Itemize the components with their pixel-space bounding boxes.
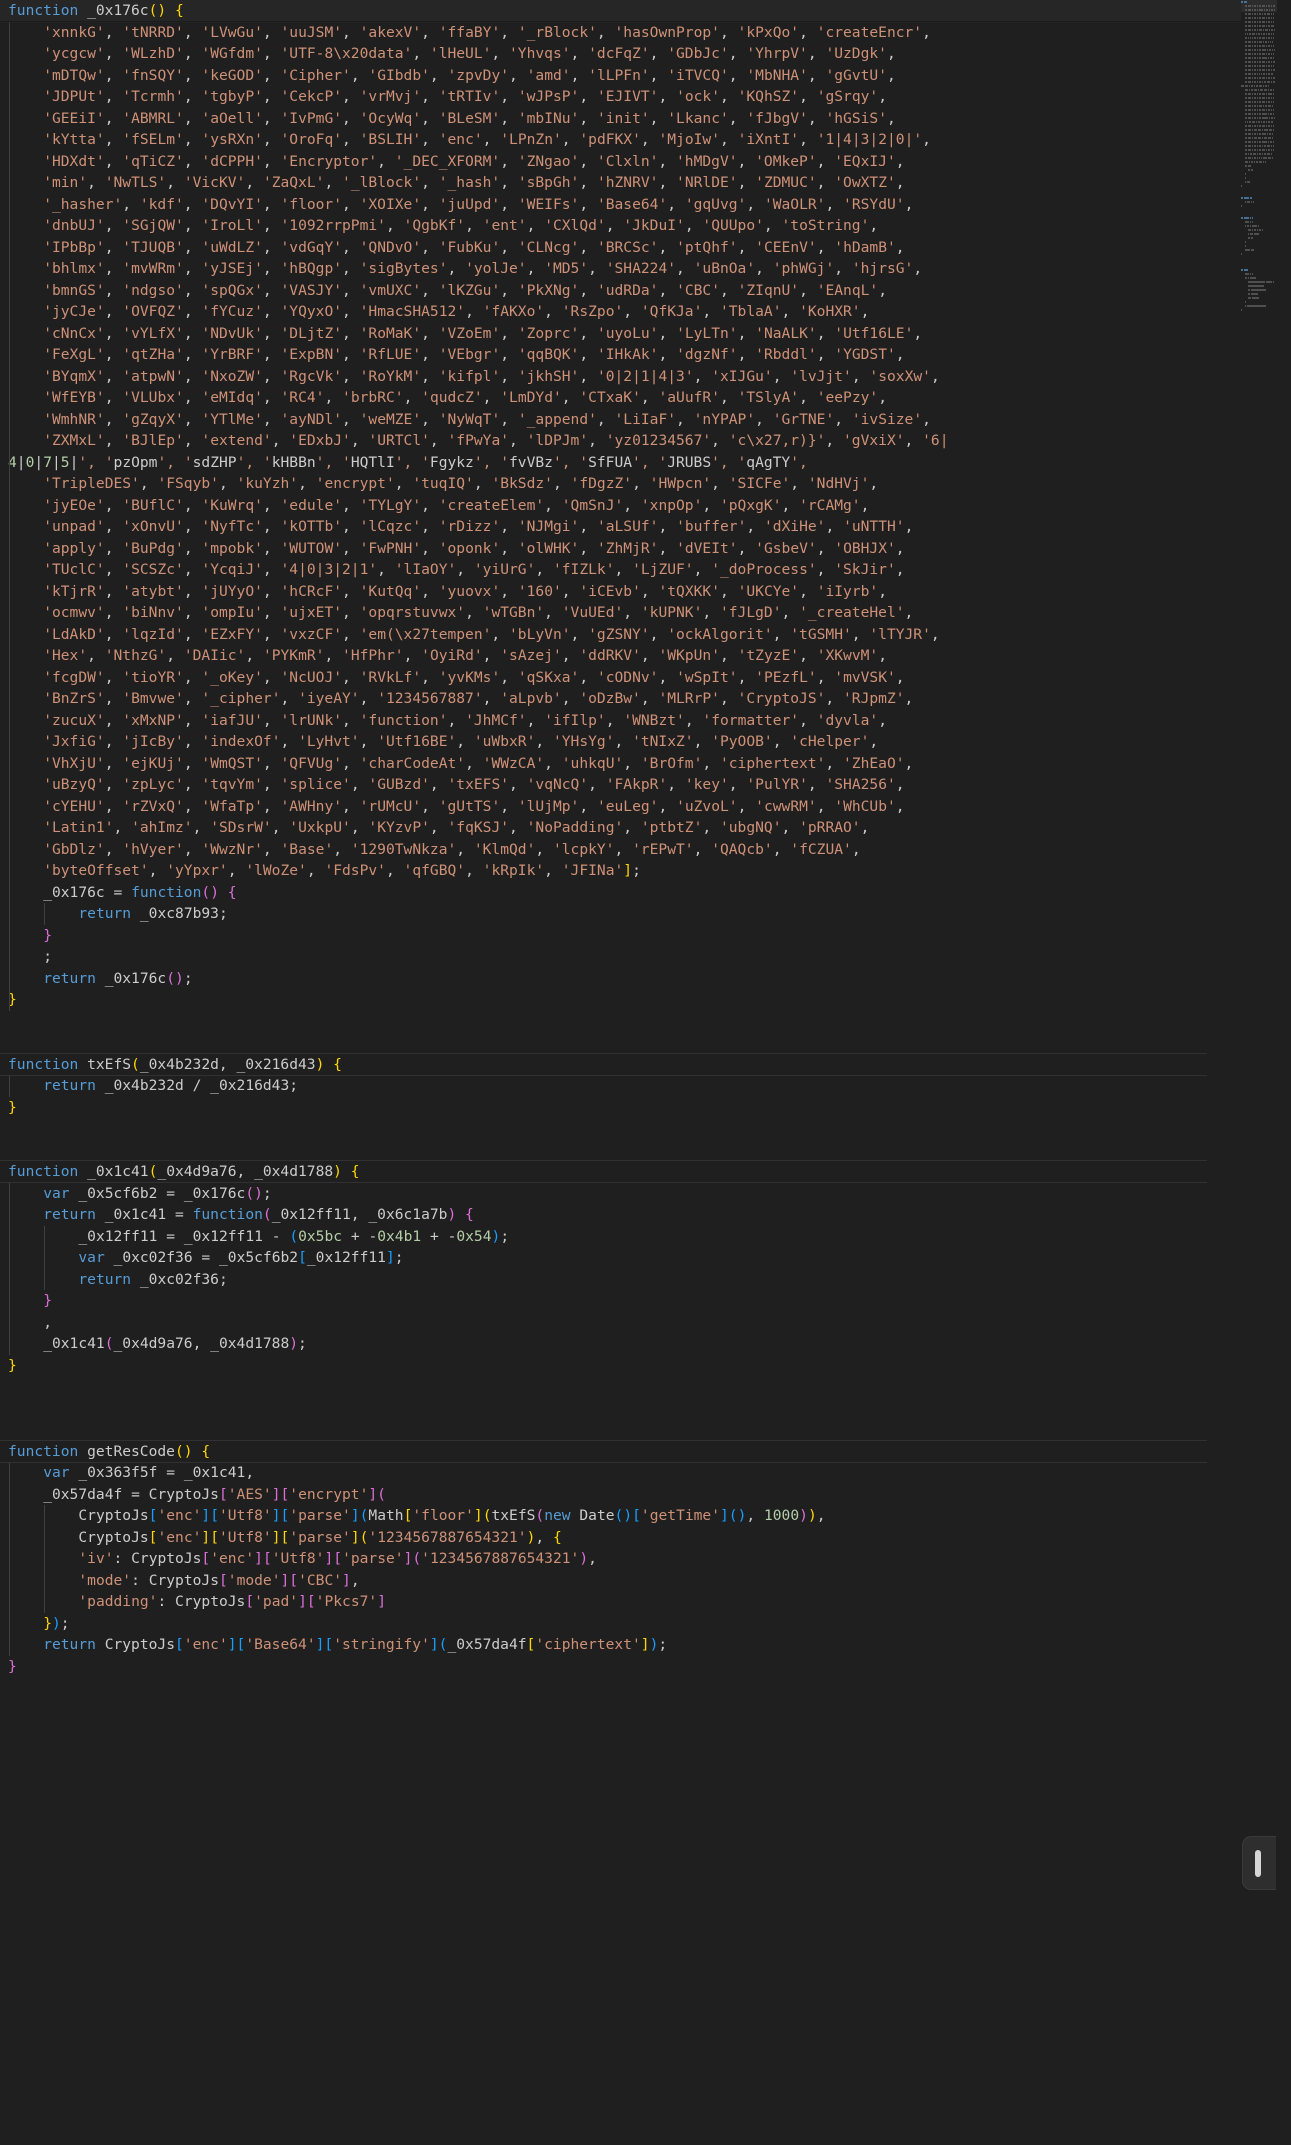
block-separator	[0, 1160, 1207, 1161]
code-line: return _0xc87b93;	[0, 903, 1241, 925]
code-line: 'xnnkG', 'tNRRD', 'LVwGu', 'uuJSM', 'ake…	[0, 21, 1241, 43]
code-line: }	[8, 1356, 17, 1374]
minimap[interactable]	[1241, 0, 1277, 2145]
code-line: 'GEEiI', 'ABMRL', 'aOell', 'IvPmG', 'Ocy…	[0, 107, 1241, 129]
code-line: 'uBzyQ', 'zpLyc', 'tqvYm', 'splice', 'GU…	[0, 774, 1241, 796]
code-line: _0x1c41(_0x4d9a76, _0x4d1788);	[0, 1333, 1241, 1355]
code-line: 'IPbBp', 'TJUQB', 'uWdLZ', 'vdGqY', 'QND…	[0, 236, 1241, 258]
code-line: 'apply', 'BuPdg', 'mpobk', 'WUTOW', 'FwP…	[0, 537, 1241, 559]
code-line: 'TUclC', 'SCSZc', 'YcqiJ', '4|0|3|2|1', …	[0, 559, 1241, 581]
code-line: function _0x1c41(_0x4d9a76, _0x4d1788) {	[8, 1163, 360, 1180]
code-line: 'byteOffset', 'yYpxr', 'lWoZe', 'FdsPv',…	[0, 860, 1241, 882]
code-line: 'HDXdt', 'qTiCZ', 'dCPPH', 'Encryptor', …	[0, 150, 1241, 172]
code-line: 'zucuX', 'xMxNP', 'iafJU', 'lrUNk', 'fun…	[0, 709, 1241, 731]
code-line: _0x57da4f = CryptoJs['AES']['encrypt'](	[0, 1483, 1241, 1505]
block-separator	[0, 1182, 1207, 1183]
code-line: function txEfS(_0x4b232d, _0x216d43) {	[8, 1055, 342, 1073]
function-0x1c41-block: function _0x1c41(_0x4d9a76, _0x4d1788) {…	[0, 1161, 1241, 1376]
block-separator	[0, 1075, 1207, 1076]
code-line: return _0x176c();	[0, 967, 1241, 989]
code-editor[interactable]: function _0x176c() { 'xnnkG', 'tNRRD', '…	[0, 0, 1291, 2145]
code-line: _0x176c = function() {	[0, 881, 1241, 903]
code-line: 'ocmwv', 'biNnv', 'ompIu', 'ujxET', 'opq…	[0, 602, 1241, 624]
code-line: 'ycgcw', 'WLzhD', 'WGfdm', 'UTF-8\x20dat…	[0, 43, 1241, 65]
string-array-block: 'xnnkG', 'tNRRD', 'LVwGu', 'uuJSM', 'ake…	[0, 21, 1241, 882]
code-line: 'Hex', 'NthzG', 'DAIic', 'PYKmR', 'HfPhr…	[0, 645, 1241, 667]
code-line: 'ZXMxL', 'BJlEp', 'extend', 'EDxbJ', 'UR…	[0, 430, 1241, 452]
sticky-scroll-header[interactable]: function _0x176c() {	[0, 0, 1241, 22]
block-separator	[0, 1462, 1207, 1463]
code-line: 'Latin1', 'ahImz', 'SDsrW', 'UxkpU', 'KY…	[0, 817, 1241, 839]
code-line: 4|0|7|5|', 'pzOpm', 'sdZHP', 'kHBBn', 'H…	[0, 451, 1241, 473]
code-line: 'WfEYB', 'VLUbx', 'eMIdq', 'RC4', 'brbRC…	[0, 387, 1241, 409]
code-line: });	[0, 1612, 1241, 1634]
code-line: return _0x4b232d / _0x216d43;	[0, 1075, 1241, 1097]
code-line: }	[0, 989, 1241, 1011]
code-line: 'jyCJe', 'OVFQZ', 'fYCuz', 'YQyxO', 'Hma…	[0, 301, 1241, 323]
code-line: 'fcgDW', 'tioYR', '_oKey', 'NcUOJ', 'RVk…	[0, 666, 1241, 688]
vertical-scrollbar[interactable]	[1277, 0, 1291, 2145]
code-line: 'JxfiG', 'jIcBy', 'indexOf', 'LyHvt', 'U…	[0, 731, 1241, 753]
code-line: ,	[0, 1311, 1241, 1333]
code-line: 'dnbUJ', 'SGjQW', 'IroLl', '1092rrpPmi',…	[0, 215, 1241, 237]
code-line: return CryptoJs['enc']['Base64']['string…	[0, 1634, 1241, 1656]
code-line: 'bmnGS', 'ndgso', 'spQGx', 'VASJY', 'vmU…	[0, 279, 1241, 301]
code-line: 'iv': CryptoJs['enc']['Utf8']['parse']('…	[0, 1548, 1241, 1570]
code-surface[interactable]: function _0x176c() { 'xnnkG', 'tNRRD', '…	[0, 0, 1241, 2145]
code-line: var _0x5cf6b2 = _0x176c();	[0, 1182, 1241, 1204]
function-getResCode-block: function getResCode() { var _0x363f5f = …	[0, 1441, 1241, 1678]
code-line: CryptoJs['enc']['Utf8']['parse']('123456…	[0, 1526, 1241, 1548]
code-line: return _0xc02f36;	[0, 1268, 1241, 1290]
code-line: var _0x363f5f = _0x1c41,	[0, 1462, 1241, 1484]
code-line: 'unpad', 'xOnvU', 'NyfTc', 'kOTTb', 'lCq…	[0, 516, 1241, 538]
block-separator	[0, 1440, 1207, 1441]
code-line: 'WmhNR', 'gZqyX', 'YTlMe', 'ayNDl', 'weM…	[0, 408, 1241, 430]
code-line: 'FeXgL', 'qtZHa', 'YrBRF', 'ExpBN', 'RfL…	[0, 344, 1241, 366]
code-line: 'TripleDES', 'FSqyb', 'kuYzh', 'encrypt'…	[0, 473, 1241, 495]
code-line: 'min', 'NwTLS', 'VicKV', 'ZaQxL', '_lBlo…	[0, 172, 1241, 194]
code-line: }	[8, 1657, 17, 1675]
function-176c-tail: _0x176c = function() { return _0xc87b93;…	[0, 881, 1241, 1011]
code-line: 'BYqmX', 'atpwN', 'NxoZW', 'RgcVk', 'RoY…	[0, 365, 1241, 387]
code-line: 'cYEHU', 'rZVxQ', 'WfaTp', 'AWHny', 'rUM…	[0, 795, 1241, 817]
code-line: 'bhlmx', 'mvWRm', 'yJSEj', 'hBQgp', 'sig…	[0, 258, 1241, 280]
code-line: function getResCode() {	[8, 1442, 211, 1460]
code-line: }	[0, 1290, 1241, 1312]
code-line: return _0x1c41 = function(_0x12ff11, _0x…	[0, 1204, 1241, 1226]
code-line: 'LdAkD', 'lqzId', 'EZxFY', 'vxzCF', 'em(…	[0, 623, 1241, 645]
code-line: 'padding': CryptoJs['pad']['Pkcs7']	[0, 1591, 1241, 1613]
slider-grip-icon	[1255, 1850, 1261, 1877]
code-line: 'JDPUt', 'Tcrmh', 'tgbyP', 'CekcP', 'vrM…	[0, 86, 1241, 108]
code-line: 'kTjrR', 'atybt', 'jUYyO', 'hCRcF', 'Kut…	[0, 580, 1241, 602]
code-line: 'VhXjU', 'ejKUj', 'WmQST', 'QFVUg', 'cha…	[0, 752, 1241, 774]
code-line: 'mode': CryptoJs['mode']['CBC'],	[0, 1569, 1241, 1591]
code-line: 'GbDlz', 'hVyer', 'WwzNr', 'Base', '1290…	[0, 838, 1241, 860]
code-line: _0x12ff11 = _0x12ff11 - (0x5bc + -0x4b1 …	[0, 1225, 1241, 1247]
slider-handle[interactable]	[1242, 1836, 1276, 1890]
block-separator	[0, 1053, 1207, 1054]
code-line: ;	[0, 946, 1241, 968]
code-line: 'cNnCx', 'vYLfX', 'NDvUk', 'DLjtZ', 'RoM…	[0, 322, 1241, 344]
code-line: }	[8, 1098, 17, 1116]
code-line: 'BnZrS', 'Bmvwe', '_cipher', 'iyeAY', '1…	[0, 688, 1241, 710]
function-txEfS-block: function txEfS(_0x4b232d, _0x216d43) { r…	[0, 1054, 1241, 1119]
code-line: }	[0, 924, 1241, 946]
code-line: 'kYtta', 'fSELm', 'ysRXn', 'OroFq', 'BSL…	[0, 129, 1241, 151]
code-line: var _0xc02f36 = _0x5cf6b2[_0x12ff11];	[0, 1247, 1241, 1269]
code-line: CryptoJs['enc']['Utf8']['parse'](Math['f…	[0, 1505, 1241, 1527]
code-line: 'jyEOe', 'BUflC', 'KuWrq', 'edule', 'TYL…	[0, 494, 1241, 516]
code-line: '_hasher', 'kdf', 'DQvYI', 'floor', 'XOI…	[0, 193, 1241, 215]
code-line: 'mDTQw', 'fnSQY', 'keGOD', 'Cipher', 'GI…	[0, 64, 1241, 86]
